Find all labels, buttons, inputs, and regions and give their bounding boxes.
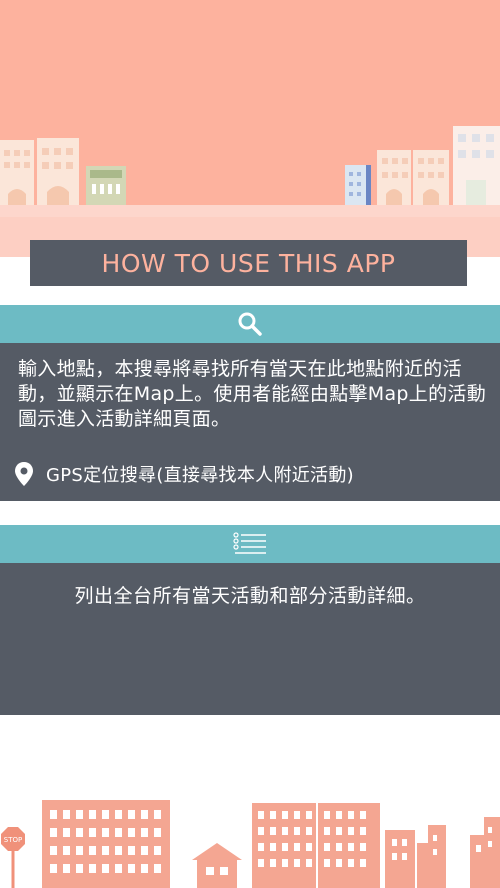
list-section-header	[0, 525, 500, 563]
city-skyline-top-illustration	[0, 126, 500, 210]
gps-search-row[interactable]: GPS定位搜尋(直接尋找本人附近活動)	[14, 461, 354, 487]
location-pin-icon	[15, 462, 33, 486]
page-title: HOW TO USE THIS APP	[101, 248, 396, 278]
title-banner: HOW TO USE THIS APP	[30, 240, 467, 286]
city-skyline-bottom-illustration: STOP	[1, 800, 500, 888]
stop-sign-icon: STOP	[1, 827, 25, 888]
search-icon	[238, 312, 262, 336]
search-section-panel: 輸入地點，本搜尋將尋找所有當天在此地點附近的活動，並顯示在Map上。使用者能經由…	[0, 343, 500, 501]
search-section-header	[0, 305, 500, 343]
svg-text:STOP: STOP	[4, 836, 22, 844]
list-description: 列出全台所有當天活動和部分活動詳細。	[74, 585, 426, 607]
list-section-panel: 列出全台所有當天活動和部分活動詳細。	[0, 563, 500, 715]
search-description: 輸入地點，本搜尋將尋找所有當天在此地點附近的活動，並顯示在Map上。使用者能經由…	[18, 358, 486, 430]
list-icon	[233, 532, 266, 554]
gps-search-label: GPS定位搜尋(直接尋找本人附近活動)	[46, 465, 354, 486]
header-ground-stripe	[0, 205, 500, 217]
